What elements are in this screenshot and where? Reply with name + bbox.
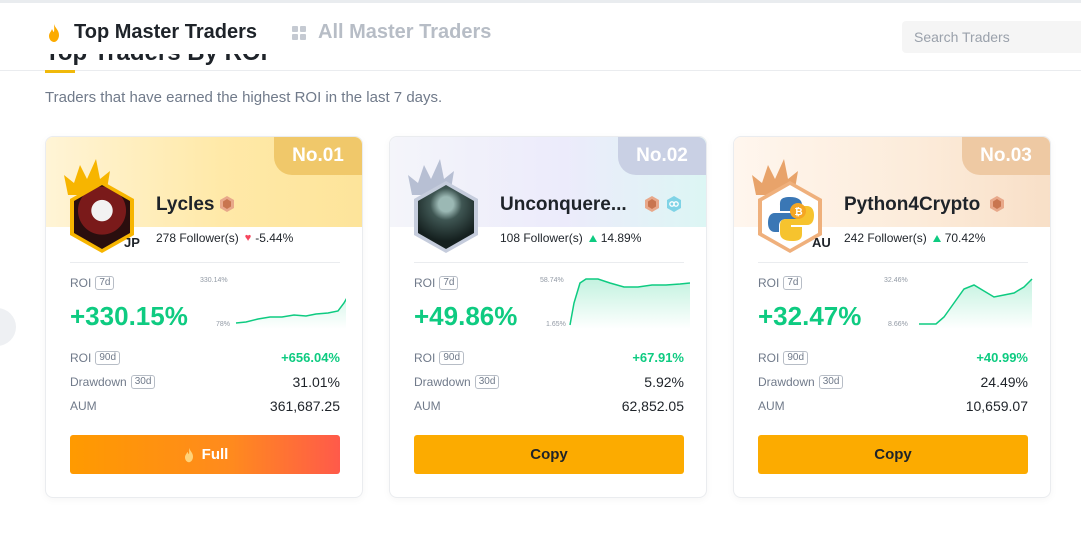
drawdown-value: 31.01%: [292, 374, 340, 390]
roi-90d-value: +656.04%: [281, 350, 340, 365]
grid-icon: [292, 25, 306, 40]
roi-7d-label: ROI 7d: [758, 276, 803, 290]
drawdown-row: Drawdown 30d 31.01%: [70, 374, 340, 390]
badges: [218, 195, 236, 213]
aum-value: 10,659.07: [965, 398, 1028, 414]
tab-all-master-traders[interactable]: All Master Traders: [292, 21, 491, 44]
section-subtitle: Traders that have earned the highest ROI…: [45, 89, 443, 106]
country-code: AU: [812, 235, 831, 250]
search-input[interactable]: [914, 29, 1074, 45]
link-badge-icon: [667, 196, 681, 212]
section-title: Top Traders By ROI: [45, 54, 267, 70]
aum-row: AUM 361,687.25: [70, 398, 340, 414]
drawdown-value: 5.92%: [644, 374, 684, 390]
rank-badge: No.03: [962, 137, 1050, 175]
roi-sparkline: 58.74% 1.65%: [530, 273, 690, 329]
triangle-up-icon: [932, 234, 941, 242]
avatar[interactable]: [404, 155, 488, 255]
trader-card-3: No.03 ₿ AU Python4Crypto 242 Follower(s): [733, 136, 1051, 498]
trader-name[interactable]: Python4Crypto: [844, 194, 980, 216]
aum-row: AUM 10,659.07: [758, 398, 1028, 414]
trader-name[interactable]: Unconquere...: [500, 194, 627, 216]
tab-top-label: Top Master Traders: [74, 21, 258, 43]
tab-top-master-traders[interactable]: Top Master Traders: [46, 21, 257, 44]
drawdown-row: Drawdown 30d 24.49%: [758, 374, 1028, 390]
followers-row: 242 Follower(s) 70.42%: [844, 231, 985, 245]
drawdown-row: Drawdown 30d 5.92%: [414, 374, 684, 390]
roi-90d-row: ROI 90d +67.91%: [414, 350, 684, 365]
heart-icon: ♥: [244, 232, 252, 244]
roi-7d-value: +330.15%: [70, 301, 188, 331]
country-code: JP: [124, 235, 140, 250]
divider: [414, 262, 684, 263]
follower-change: -5.44%: [255, 231, 294, 245]
avatar-image: [74, 185, 130, 249]
bronze-medal-icon: [990, 196, 1004, 212]
button-label: Copy: [874, 446, 912, 463]
bronze-medal-icon: [645, 196, 659, 212]
avatar-image: [418, 185, 474, 249]
svg-text:₿: ₿: [795, 206, 803, 218]
roi-7d-label: ROI 7d: [414, 276, 459, 290]
aum-value: 62,852.05: [621, 398, 684, 414]
bronze-medal-icon: [220, 196, 234, 212]
search-box: [902, 21, 1081, 53]
roi-90d-value: +67.91%: [632, 350, 684, 365]
aum-value: 361,687.25: [269, 398, 340, 414]
badges: [643, 195, 683, 213]
follower-change: 14.89%: [600, 231, 642, 245]
followers-row: 278 Follower(s) ♥ -5.44%: [156, 231, 293, 245]
button-label: Copy: [530, 446, 568, 463]
follower-count: 242 Follower(s): [844, 231, 927, 245]
roi-sparkline: 32.46% 8.66%: [874, 273, 1034, 329]
follower-count: 108 Follower(s): [500, 231, 583, 245]
copy-button[interactable]: Copy: [758, 435, 1028, 474]
drawdown-value: 24.49%: [980, 374, 1028, 390]
follower-count: 278 Follower(s): [156, 231, 239, 245]
followers-row: 108 Follower(s) 14.89%: [500, 231, 641, 245]
roi-90d-row: ROI 90d +656.04%: [70, 350, 340, 365]
roi-sparkline: 330.14% 78%: [186, 273, 346, 329]
button-label: Full: [201, 446, 229, 463]
rank-badge: No.01: [274, 137, 362, 175]
carousel-prev-button[interactable]: [0, 308, 16, 346]
avatar[interactable]: ₿ AU: [748, 155, 832, 255]
roi-7d-value: +49.86%: [414, 301, 518, 331]
trader-name[interactable]: Lycles: [156, 194, 214, 216]
python-logo-icon: ₿: [768, 197, 814, 241]
roi-7d-label: ROI 7d: [70, 276, 115, 290]
roi-90d-value: +40.99%: [976, 350, 1028, 365]
badges: [988, 195, 1006, 213]
trader-card-1: No.01 JP Lycles 278 Follower(s) ♥ -5.44%…: [45, 136, 363, 498]
flame-icon: [184, 447, 193, 462]
avatar-image: ₿: [762, 185, 818, 249]
follower-change: 70.42%: [944, 231, 986, 245]
triangle-up-icon: [588, 234, 597, 242]
avatar[interactable]: JP: [60, 155, 144, 255]
divider: [758, 262, 1028, 263]
rank-badge: No.02: [618, 137, 706, 175]
divider: [70, 262, 340, 263]
tab-all-label: All Master Traders: [318, 21, 492, 43]
copy-button[interactable]: Copy: [414, 435, 684, 474]
roi-7d-value: +32.47%: [758, 301, 862, 331]
flame-icon: [49, 23, 59, 42]
full-button[interactable]: Full: [70, 435, 340, 474]
title-underline: [45, 70, 75, 73]
aum-row: AUM 62,852.05: [414, 398, 684, 414]
roi-90d-row: ROI 90d +40.99%: [758, 350, 1028, 365]
trader-card-2: No.02 Unconquere... 108 Follower(s) 14.8…: [389, 136, 707, 498]
